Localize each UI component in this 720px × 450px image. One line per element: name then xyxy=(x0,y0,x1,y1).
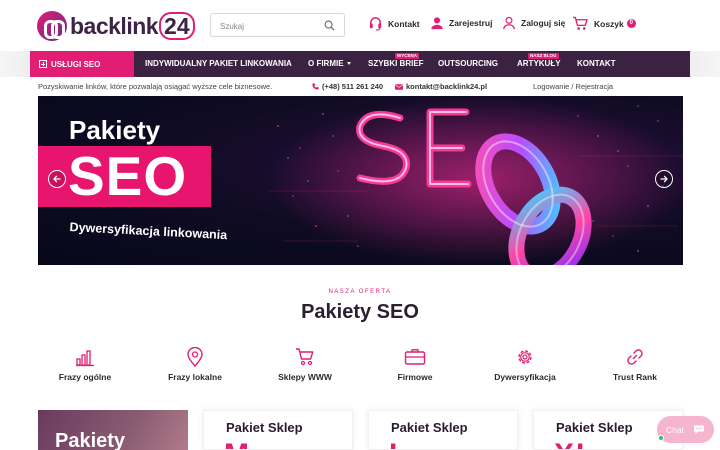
package-card[interactable]: Pakiet Sklep L xyxy=(368,410,518,450)
logo[interactable]: backlink 24 xyxy=(37,11,195,41)
login-link[interactable]: Zaloguj się xyxy=(502,16,565,30)
phone-link[interactable]: (+48) 511 261 240 xyxy=(312,82,383,91)
nav-edge-left xyxy=(0,51,30,77)
nav-item-about-label: O FIRMIE xyxy=(308,59,344,68)
category-general-phrases[interactable]: Frazy ogólne xyxy=(35,347,135,387)
category-diversification[interactable]: Dywersyfikacja xyxy=(475,347,575,387)
offer-title: Pakiety SEO xyxy=(301,301,419,323)
briefcase-icon xyxy=(404,349,426,365)
login-register-link[interactable]: Logowanie / Rejestracja xyxy=(533,82,613,91)
category-label: Trust Rank xyxy=(613,372,657,382)
category-label: Sklepy WWW xyxy=(278,372,332,382)
cart-label: Koszyk xyxy=(594,18,624,29)
hero-title: Pakiety xyxy=(69,115,161,145)
contact-link[interactable]: Kontakt xyxy=(368,16,420,31)
plus-icon xyxy=(39,60,47,68)
search-input[interactable] xyxy=(220,19,320,33)
register-link[interactable]: Zarejestruj xyxy=(430,16,492,30)
user-outline-icon xyxy=(503,16,515,30)
online-status-dot xyxy=(658,435,664,441)
package-size: XL xyxy=(554,438,596,449)
category-trust-rank[interactable]: Trust Rank xyxy=(585,347,685,387)
phone-number: (+48) 511 261 240 xyxy=(322,82,384,91)
nav-item-about[interactable]: O FIRMIE xyxy=(308,51,351,77)
package-card-title: Pakiet Sklep xyxy=(226,420,303,435)
package-card[interactable]: Pakiet Sklep M xyxy=(203,410,353,450)
package-card-title: Pakiet Sklep xyxy=(391,420,468,435)
logo-number: 24 xyxy=(159,12,195,40)
package-card-title: Pakiet Sklep xyxy=(556,420,633,435)
chat-label: Chat xyxy=(666,424,684,435)
user-icon xyxy=(431,17,443,30)
nav-item-individual-package[interactable]: INDYWIDUALNY PAKIET LINKOWANIA xyxy=(145,51,292,77)
contact-label: Kontakt xyxy=(388,18,420,29)
gear-icon xyxy=(518,350,532,364)
arrow-right-icon xyxy=(660,175,668,183)
headset-icon xyxy=(369,17,382,31)
chat-bubble-icon xyxy=(694,425,704,434)
category-label: Firmowe xyxy=(397,372,433,382)
nav-edge-right xyxy=(690,51,720,77)
login-label: Zaloguj się xyxy=(521,18,566,28)
category-local-phrases[interactable]: Frazy lokalne xyxy=(145,347,245,387)
arrow-left-icon xyxy=(53,175,61,183)
envelope-icon xyxy=(395,83,403,90)
cart-icon xyxy=(296,348,314,366)
promo-card[interactable]: Pakiety xyxy=(38,410,188,450)
category-label: Frazy ogólne xyxy=(58,372,112,382)
cart-link[interactable]: Koszyk 0 xyxy=(572,16,636,31)
hero-banner: Pakiety SEO Dywersyfikacja linkowania xyxy=(38,96,683,265)
phone-icon xyxy=(312,83,319,90)
site-header: backlink 24 Kontakt Zarejest xyxy=(0,0,720,50)
cart-icon xyxy=(573,16,588,30)
nav-item-articles[interactable]: ARTYKUŁY xyxy=(517,51,561,77)
nav-item-contact[interactable]: KONTAKT xyxy=(577,51,616,77)
bar-chart-icon xyxy=(76,350,94,367)
promo-card-title: Pakiety xyxy=(55,430,126,450)
map-pin-icon xyxy=(187,347,203,367)
category-label: Dywersyfikacja xyxy=(494,372,556,382)
page: backlink 24 Kontakt Zarejest xyxy=(0,0,720,450)
logo-text: backlink xyxy=(70,12,159,39)
package-size: L xyxy=(389,438,409,449)
hero-highlight: SEO xyxy=(68,145,188,207)
info-bar: Pozyskiwanie linków, które pozwalają osi… xyxy=(0,77,720,95)
chat-button[interactable]: Chat xyxy=(657,416,714,443)
hero-next-button[interactable] xyxy=(655,170,673,188)
services-label: USŁUGI SEO xyxy=(51,59,101,69)
nav-item-quick-brief[interactable]: SZYBKI BRIEF xyxy=(368,51,424,77)
cart-count-badge: 0 xyxy=(626,19,636,28)
services-menu-button[interactable]: USŁUGI SEO xyxy=(30,51,134,77)
tagline: Pozyskiwanie linków, które pozwalają osi… xyxy=(38,82,273,91)
email-link[interactable]: kontakt@backlink24.pl xyxy=(395,82,487,91)
logo-mark-icon xyxy=(37,11,67,41)
search-box xyxy=(210,13,345,37)
category-company[interactable]: Firmowe xyxy=(365,347,465,387)
chevron-down-icon xyxy=(346,62,351,66)
package-size: M xyxy=(224,438,251,449)
offer-eyebrow: NASZA OFERTA xyxy=(328,289,392,295)
link-icon xyxy=(627,349,643,365)
email-address: kontakt@backlink24.pl xyxy=(406,82,488,91)
hero-prev-button[interactable] xyxy=(48,170,66,188)
category-web-shops[interactable]: Sklepy WWW xyxy=(255,347,355,387)
category-label: Frazy lokalne xyxy=(168,372,222,382)
main-nav: USŁUGI SEO INDYWIDUALNY PAKIET LINKOWANI… xyxy=(0,51,720,77)
search-icon[interactable] xyxy=(324,20,335,31)
nav-item-outsourcing[interactable]: OUTSOURCING xyxy=(438,51,498,77)
register-label: Zarejestruj xyxy=(449,18,493,28)
